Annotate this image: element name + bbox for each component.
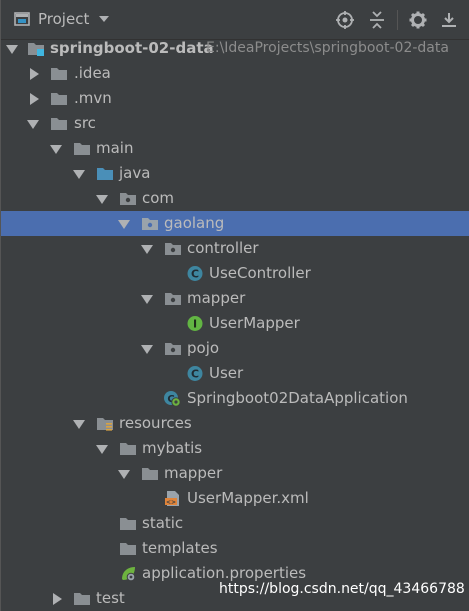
spring-boot-class-icon: C: [164, 391, 181, 407]
expand-arrow-icon[interactable]: [73, 170, 85, 179]
expand-arrow-icon[interactable]: [141, 345, 153, 354]
tree-label: test: [96, 589, 125, 607]
module-folder-icon: [28, 43, 44, 56]
package-icon: [120, 193, 136, 205]
tree-label: .mvn: [74, 89, 112, 107]
tree-row-java[interactable]: java: [1, 161, 469, 186]
project-path: E:\IdeaProjects\springboot-02-data: [206, 40, 449, 56]
tree-row-application-class[interactable]: C Springboot02DataApplication: [1, 386, 469, 411]
source-folder-icon: [97, 168, 113, 180]
xml-file-icon: <>: [165, 491, 179, 506]
collapse-arrow-icon[interactable]: [53, 593, 62, 605]
tree-row-static[interactable]: static: [1, 511, 469, 536]
chevron-down-icon[interactable]: [99, 16, 109, 22]
svg-text:I: I: [193, 318, 197, 331]
folder-icon: [142, 468, 158, 480]
tree-label: application.properties: [142, 564, 307, 582]
toolbar-separator: [397, 10, 398, 30]
folder-icon: [120, 443, 136, 455]
tree-label: java: [119, 164, 151, 182]
project-tool-window: Project springboot-02-data E:\IdeaProjec…: [0, 0, 469, 611]
class-icon: C: [187, 366, 203, 381]
gear-icon[interactable]: [408, 10, 428, 30]
collapse-all-icon[interactable]: [367, 10, 387, 30]
interface-icon: I: [187, 316, 203, 331]
class-icon: C: [187, 266, 203, 281]
package-icon: [165, 243, 181, 255]
tree-row-resources[interactable]: resources: [1, 411, 469, 436]
tree-row-idea[interactable]: .idea: [1, 61, 469, 86]
tree-label: controller: [187, 239, 259, 257]
svg-text:<>: <>: [166, 499, 176, 506]
folder-icon: [51, 93, 67, 105]
tree-label: pojo: [187, 339, 220, 357]
tree-row-mapper-folder[interactable]: mapper: [1, 461, 469, 486]
folder-icon: [51, 68, 67, 80]
expand-arrow-icon[interactable]: [27, 120, 39, 129]
svg-text:C: C: [191, 368, 199, 381]
expand-arrow-icon[interactable]: [141, 245, 153, 254]
project-header: Project: [1, 0, 469, 40]
tree-row-src[interactable]: src: [1, 111, 469, 136]
tree-label: Springboot02DataApplication: [187, 389, 408, 407]
tree-label: gaolang: [164, 214, 225, 232]
tree-row-pojo[interactable]: pojo: [1, 336, 469, 361]
expand-arrow-icon[interactable]: [118, 470, 130, 479]
collapse-arrow-icon[interactable]: [30, 68, 39, 80]
expand-arrow-icon[interactable]: [96, 195, 108, 204]
tree-row-project-root[interactable]: springboot-02-data E:\IdeaProjects\sprin…: [1, 36, 469, 61]
tree-row-controller[interactable]: controller: [1, 236, 469, 261]
tree-label: UserMapper: [209, 314, 300, 332]
expand-arrow-icon[interactable]: [96, 445, 108, 454]
expand-arrow-icon[interactable]: [50, 145, 62, 154]
expand-arrow-icon[interactable]: [141, 295, 153, 304]
collapse-arrow-icon[interactable]: [30, 93, 39, 105]
tree-label: mapper: [187, 289, 246, 307]
expand-arrow-icon[interactable]: [118, 220, 130, 229]
spring-properties-icon: [122, 567, 136, 582]
hide-icon[interactable]: [439, 10, 459, 30]
project-view-title[interactable]: Project: [38, 10, 89, 28]
tree-label: main: [96, 139, 134, 157]
watermark-text: https://blog.csdn.net/qq_43466788: [219, 581, 465, 597]
tree-row-user[interactable]: C User: [1, 361, 469, 386]
locate-icon[interactable]: [335, 10, 355, 30]
tree-row-mybatis[interactable]: mybatis: [1, 436, 469, 461]
tree-label: User: [209, 364, 244, 382]
tree-row-mapper-package[interactable]: mapper: [1, 286, 469, 311]
tree-row-usermapper[interactable]: I UserMapper: [1, 311, 469, 336]
tree-row-usecontroller[interactable]: C UseController: [1, 261, 469, 286]
resources-folder-icon: [97, 418, 113, 431]
tree-label: springboot-02-data: [50, 39, 214, 57]
package-icon: [142, 218, 158, 230]
tree-label: static: [142, 514, 184, 532]
tree-label: mybatis: [142, 439, 203, 457]
tree-label: templates: [142, 539, 218, 557]
tree-label: com: [142, 189, 175, 207]
folder-icon: [74, 593, 90, 605]
tree-label: src: [74, 114, 96, 132]
tree-row-mvn[interactable]: .mvn: [1, 86, 469, 111]
folder-icon: [120, 518, 136, 530]
tree-label: UserMapper.xml: [187, 489, 309, 507]
tree-label: mapper: [164, 464, 223, 482]
expand-arrow-icon[interactable]: [6, 45, 18, 54]
folder-icon: [120, 543, 136, 555]
tree-row-gaolang[interactable]: gaolang: [1, 211, 469, 236]
folder-icon: [51, 118, 67, 130]
package-icon: [165, 343, 181, 355]
tree-label: resources: [119, 414, 192, 432]
tree-row-templates[interactable]: templates: [1, 536, 469, 561]
expand-arrow-icon[interactable]: [73, 420, 85, 429]
tree-label: .idea: [74, 64, 111, 82]
package-icon: [165, 293, 181, 305]
folder-icon: [74, 143, 90, 155]
tree-label: UseController: [209, 264, 311, 282]
project-panel-icon: [14, 12, 30, 26]
tree-row-usermapper-xml[interactable]: <> UserMapper.xml: [1, 486, 469, 511]
tree-row-com[interactable]: com: [1, 186, 469, 211]
svg-text:C: C: [191, 268, 199, 281]
tree-row-main[interactable]: main: [1, 136, 469, 161]
